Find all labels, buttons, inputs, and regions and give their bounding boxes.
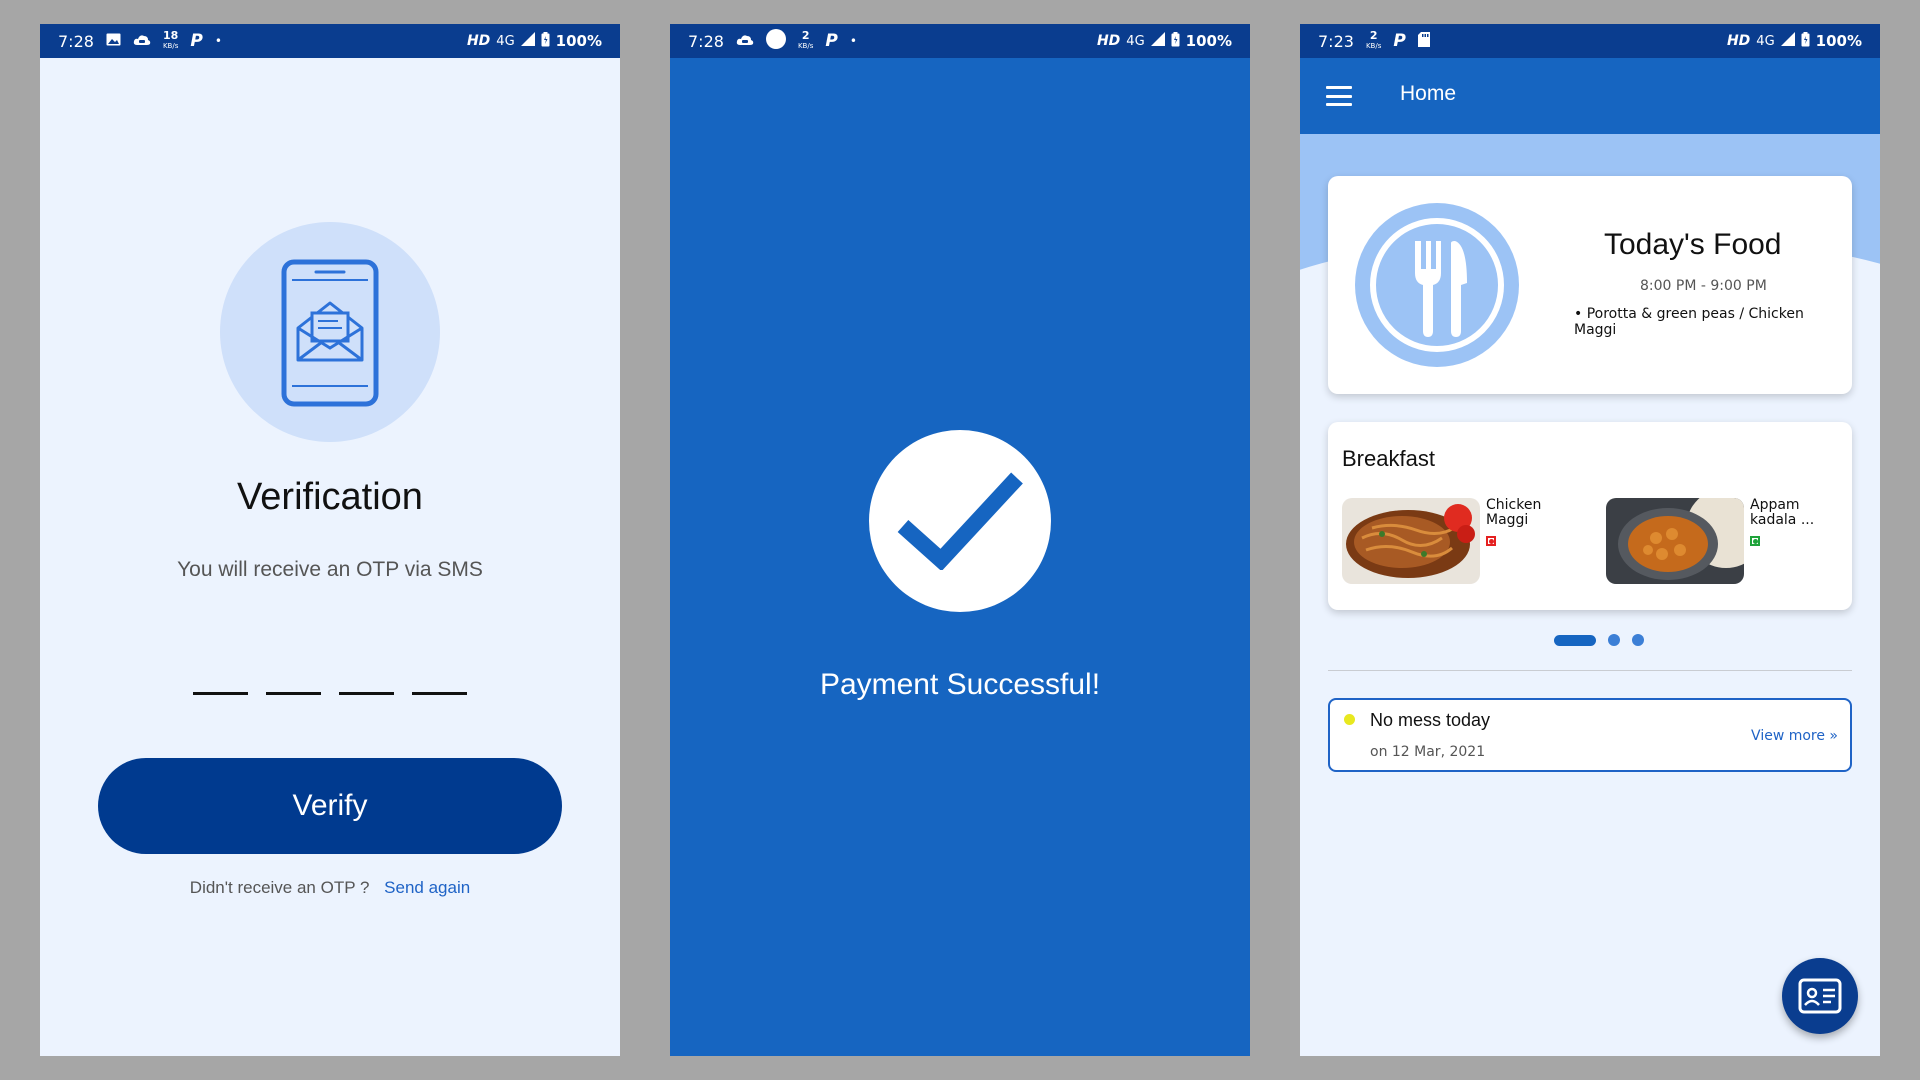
verification-screen: 7:28 18 KB/s P • HD 4G 100% Verification… xyxy=(40,24,620,1056)
payment-success-screen: 7:28 2 KB/s P • HD 4G 100% Payment Succes… xyxy=(670,24,1250,1056)
veg-mark-icon xyxy=(1750,536,1760,546)
home-screen: 7:23 2 KB/s P HD 4G 100% Home Today's Fo… xyxy=(1300,24,1880,1056)
network-type: 4G xyxy=(496,33,515,49)
hd-indicator: HD xyxy=(1096,33,1121,49)
p-icon: P xyxy=(1393,31,1406,51)
notice-title: No mess today xyxy=(1370,710,1491,730)
dot-icon: • xyxy=(849,34,857,48)
battery-level: 100% xyxy=(555,32,602,50)
food-image xyxy=(1342,498,1480,584)
fork-knife-plate-icon xyxy=(1355,203,1519,367)
menu-icon[interactable] xyxy=(1326,86,1352,106)
menu-item-name: Appam kadala ... xyxy=(1750,497,1815,528)
notice-date: on 12 Mar, 2021 xyxy=(1370,744,1486,760)
view-more-link[interactable]: View more » xyxy=(1751,728,1838,744)
card-title: Today's Food xyxy=(1604,228,1782,261)
notice-card[interactable]: No mess today on 12 Mar, 2021 View more … xyxy=(1328,698,1852,772)
otp-digit-field[interactable] xyxy=(412,692,467,695)
hd-indicator: HD xyxy=(466,33,491,49)
payment-success-message: Payment Successful! xyxy=(819,668,1101,701)
status-dot xyxy=(1344,714,1355,725)
cloud-game-icon xyxy=(736,32,754,50)
network-type: 4G xyxy=(1756,33,1775,49)
network-speed: 2 KB/s xyxy=(797,29,814,50)
battery-level: 100% xyxy=(1185,32,1232,50)
battery-icon xyxy=(1171,31,1180,51)
carousel-indicator xyxy=(1554,634,1644,646)
meal-items: • Porotta & green peas / Chicken Maggi xyxy=(1574,306,1804,338)
id-card-icon xyxy=(1798,978,1842,1014)
p-icon: P xyxy=(825,31,838,51)
circle-icon xyxy=(765,29,786,53)
dot-icon: • xyxy=(214,34,222,48)
non-veg-mark-icon xyxy=(1486,536,1496,546)
menu-item-name: Chicken Maggi xyxy=(1486,497,1542,528)
resend-prompt: Didn't receive an OTP ? xyxy=(189,878,370,897)
carousel-dot[interactable] xyxy=(1608,634,1620,646)
id-card-button[interactable] xyxy=(1782,958,1858,1034)
battery-icon xyxy=(541,31,550,51)
battery-icon xyxy=(1801,31,1810,51)
sd-card-icon xyxy=(1417,31,1430,51)
network-type: 4G xyxy=(1126,33,1145,49)
network-speed: 2 KB/s xyxy=(1365,29,1382,50)
network-speed: 18 KB/s xyxy=(162,29,179,50)
image-icon xyxy=(106,32,121,50)
signal-icon xyxy=(1150,32,1165,50)
otp-digit-field[interactable] xyxy=(193,692,248,695)
breakfast-card: Breakfast Chicken Maggi Appam kadala ... xyxy=(1328,422,1852,610)
page-title: Home xyxy=(1400,82,1457,105)
signal-icon xyxy=(520,32,535,50)
food-image xyxy=(1606,498,1744,584)
hd-indicator: HD xyxy=(1726,33,1751,49)
checkmark-icon xyxy=(869,430,1051,612)
otp-digit-field[interactable] xyxy=(339,692,394,695)
todays-food-card[interactable]: Today's Food 8:00 PM - 9:00 PM • Porotta… xyxy=(1328,176,1852,394)
resend-row: Didn't receive an OTP ? Send again xyxy=(40,878,620,898)
app-bar: Home xyxy=(1300,58,1880,134)
carousel-dot-active[interactable] xyxy=(1554,634,1596,646)
otp-digit-field[interactable] xyxy=(266,692,321,695)
meal-time: 8:00 PM - 9:00 PM xyxy=(1640,278,1767,294)
status-time: 7:28 xyxy=(58,31,94,51)
status-bar: 7:28 18 KB/s P • HD 4G 100% xyxy=(40,24,620,58)
otp-input-group xyxy=(193,692,467,695)
phone-envelope-icon xyxy=(220,222,440,442)
cloud-game-icon xyxy=(133,32,151,50)
page-subtitle: You will receive an OTP via SMS xyxy=(177,558,483,581)
divider xyxy=(1328,670,1852,671)
page-title: Verification xyxy=(237,476,423,518)
send-again-link[interactable]: Send again xyxy=(384,878,470,897)
verify-button[interactable]: Verify xyxy=(98,758,562,854)
status-bar: 7:23 2 KB/s P HD 4G 100% xyxy=(1300,24,1880,58)
status-bar: 7:28 2 KB/s P • HD 4G 100% xyxy=(670,24,1250,58)
status-time: 7:23 xyxy=(1318,31,1354,51)
status-time: 7:28 xyxy=(688,31,724,51)
section-title: Breakfast xyxy=(1342,446,1435,471)
carousel-dot[interactable] xyxy=(1632,634,1644,646)
signal-icon xyxy=(1780,32,1795,50)
battery-level: 100% xyxy=(1815,32,1862,50)
p-icon: P xyxy=(190,31,203,51)
